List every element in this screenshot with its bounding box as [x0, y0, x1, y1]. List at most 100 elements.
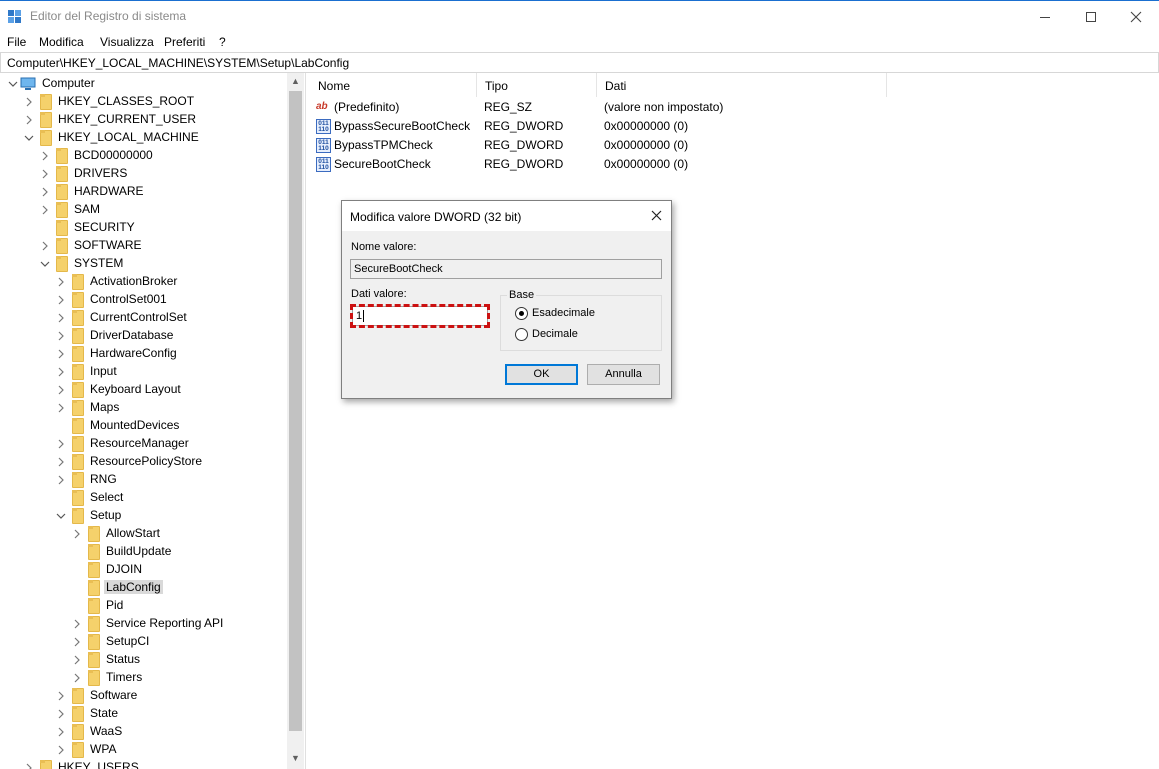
chevron-down-icon[interactable] [40, 258, 50, 270]
chevron-right-icon[interactable] [72, 654, 82, 666]
tree-item-label: Select [90, 490, 124, 504]
tree-item[interactable]: HKEY_CURRENT_USER [0, 111, 285, 129]
chevron-right-icon[interactable] [56, 384, 66, 396]
column-header-name[interactable]: Nome [310, 73, 477, 97]
tree-item[interactable]: CurrentControlSet [0, 309, 285, 327]
chevron-right-icon[interactable] [56, 366, 66, 378]
address-bar[interactable]: Computer\HKEY_LOCAL_MACHINE\SYSTEM\Setup… [0, 52, 1159, 73]
chevron-right-icon[interactable] [56, 744, 66, 756]
chevron-right-icon[interactable] [40, 150, 50, 162]
tree-item-label: Pid [106, 598, 124, 612]
tree-item[interactable]: Service Reporting API [0, 615, 285, 633]
tree-item[interactable]: HKEY_USERS [0, 759, 285, 769]
column-header-type-label: Tipo [485, 79, 508, 93]
tree-item[interactable]: MountedDevices [0, 417, 285, 435]
tree-item[interactable]: WaaS [0, 723, 285, 741]
tree-item[interactable]: Pid [0, 597, 285, 615]
tree-item[interactable]: Status [0, 651, 285, 669]
list-row[interactable]: 011 110 BypassTPMCheck REG_DWORD 0x000000… [310, 136, 910, 155]
tree-item[interactable]: HKEY_LOCAL_MACHINE [0, 129, 285, 147]
tree-item[interactable]: BuildUpdate [0, 543, 285, 561]
chevron-right-icon[interactable] [72, 528, 82, 540]
tree-item[interactable]: BCD00000000 [0, 147, 285, 165]
chevron-right-icon[interactable] [40, 168, 50, 180]
tree-item[interactable]: DJOIN [0, 561, 285, 579]
tree-item[interactable]: SYSTEM [0, 255, 285, 273]
tree-item[interactable]: SetupCI [0, 633, 285, 651]
tree-item[interactable]: ControlSet001 [0, 291, 285, 309]
tree-item[interactable]: ActivationBroker [0, 273, 285, 291]
chevron-down-icon[interactable] [56, 510, 66, 522]
tree-item[interactable]: AllowStart [0, 525, 285, 543]
chevron-right-icon[interactable] [56, 438, 66, 450]
tree-item[interactable]: DriverDatabase [0, 327, 285, 345]
tree-item[interactable]: SAM [0, 201, 285, 219]
chevron-right-icon[interactable] [72, 636, 82, 648]
list-row[interactable]: ab (Predefinito) REG_SZ (valore non impo… [310, 98, 910, 117]
tree-item[interactable]: RNG [0, 471, 285, 489]
minimize-button[interactable] [1022, 2, 1068, 31]
chevron-right-icon[interactable] [40, 186, 50, 198]
tree-item[interactable]: Software [0, 687, 285, 705]
tree-item[interactable]: HardwareConfig [0, 345, 285, 363]
tree-scrollbar[interactable]: ▲ ▼ [287, 73, 304, 769]
scroll-thumb[interactable] [289, 91, 302, 731]
column-header-data[interactable]: Dati [597, 73, 887, 97]
menu-modifica[interactable]: Modifica [39, 35, 84, 49]
chevron-right-icon[interactable] [40, 204, 50, 216]
tree-item[interactable]: HARDWARE [0, 183, 285, 201]
chevron-right-icon[interactable] [56, 402, 66, 414]
cancel-button[interactable]: Annulla [587, 364, 660, 385]
column-header-type[interactable]: Tipo [477, 73, 597, 97]
chevron-right-icon[interactable] [56, 474, 66, 486]
chevron-right-icon[interactable] [24, 96, 34, 108]
tree-item[interactable]: Timers [0, 669, 285, 687]
chevron-right-icon[interactable] [56, 330, 66, 342]
dialog-close-button[interactable] [644, 207, 668, 225]
chevron-right-icon[interactable] [56, 726, 66, 738]
tree-item[interactable]: LabConfig [0, 579, 285, 597]
chevron-down-icon[interactable] [24, 132, 34, 144]
tree-item[interactable]: Select [0, 489, 285, 507]
menu-preferiti[interactable]: Preferiti [164, 35, 205, 49]
close-button[interactable] [1113, 2, 1159, 31]
tree-item[interactable]: WPA [0, 741, 285, 759]
list-row[interactable]: 011 110 SecureBootCheck REG_DWORD 0x00000… [310, 155, 910, 174]
tree-item[interactable]: State [0, 705, 285, 723]
tree-item-computer[interactable]: Computer [0, 75, 285, 93]
tree-item[interactable]: Maps [0, 399, 285, 417]
menu-help[interactable]: ? [219, 35, 226, 49]
chevron-right-icon[interactable] [24, 114, 34, 126]
scroll-down-arrow-icon[interactable]: ▼ [287, 750, 304, 767]
tree-item[interactable]: Setup [0, 507, 285, 525]
tree-item[interactable]: Keyboard Layout [0, 381, 285, 399]
chevron-right-icon[interactable] [56, 708, 66, 720]
list-row[interactable]: 011 110 BypassSecureBootCheck REG_DWORD 0… [310, 117, 910, 136]
scroll-up-arrow-icon[interactable]: ▲ [287, 73, 304, 90]
menu-visualizza[interactable]: Visualizza [100, 35, 154, 49]
chevron-right-icon[interactable] [56, 312, 66, 324]
tree-item[interactable]: HKEY_CLASSES_ROOT [0, 93, 285, 111]
menu-file[interactable]: File [7, 35, 26, 49]
chevron-right-icon[interactable] [40, 240, 50, 252]
tree-item[interactable]: Input [0, 363, 285, 381]
tree-item-label: HKEY_CLASSES_ROOT [58, 94, 195, 108]
chevron-right-icon[interactable] [24, 762, 34, 769]
chevron-down-icon[interactable] [8, 78, 18, 90]
tree-item[interactable]: ResourcePolicyStore [0, 453, 285, 471]
tree-item[interactable]: SOFTWARE [0, 237, 285, 255]
chevron-right-icon[interactable] [56, 456, 66, 468]
ok-button[interactable]: OK [505, 364, 578, 385]
maximize-button[interactable] [1068, 2, 1114, 31]
chevron-right-icon[interactable] [56, 690, 66, 702]
tree-item[interactable]: ResourceManager [0, 435, 285, 453]
chevron-right-icon[interactable] [72, 672, 82, 684]
tree-item[interactable]: SECURITY [0, 219, 285, 237]
chevron-right-icon[interactable] [72, 618, 82, 630]
radio-dec[interactable]: Decimale [515, 327, 635, 343]
tree-item[interactable]: DRIVERS [0, 165, 285, 183]
chevron-right-icon[interactable] [56, 276, 66, 288]
chevron-right-icon[interactable] [56, 294, 66, 306]
radio-hex[interactable]: Esadecimale [515, 306, 635, 322]
chevron-right-icon[interactable] [56, 348, 66, 360]
